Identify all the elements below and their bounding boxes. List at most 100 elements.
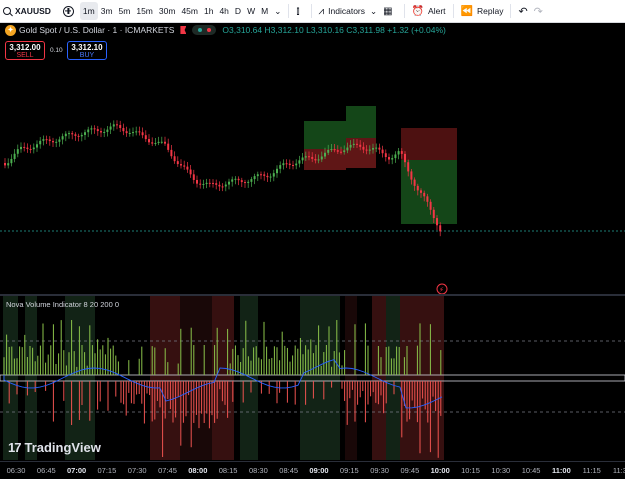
volume-band [25, 296, 37, 460]
zone-green [304, 121, 346, 149]
candle-body [157, 141, 160, 144]
candle-body [352, 143, 355, 145]
candle-body [122, 127, 125, 132]
tradingview-wordmark: TradingView [24, 440, 101, 455]
candle-body [90, 128, 93, 130]
candle-body [304, 156, 307, 158]
candle-body [237, 178, 240, 181]
candle-body [74, 134, 77, 136]
time-axis[interactable]: 06:30 06:45 07:00 07:15 07:30 07:45 08:00 08:15… [0, 461, 625, 479]
candle-body [68, 133, 70, 135]
candle-body [154, 143, 157, 145]
candle-body [311, 156, 314, 159]
candle-body [391, 158, 394, 160]
candle-body [112, 124, 115, 127]
zone-green [401, 160, 457, 224]
time-tick-label: 09:00 [309, 466, 329, 475]
candle-body [272, 173, 275, 177]
candle-body [55, 141, 58, 143]
candle-body [378, 147, 381, 150]
candle-body [381, 149, 384, 154]
candle-body [42, 139, 45, 141]
candle-body [45, 139, 48, 141]
candle-body [244, 182, 246, 184]
candle-body [314, 158, 317, 161]
candle-body [436, 218, 438, 226]
candle-body [416, 185, 419, 191]
candle-body [77, 135, 80, 137]
candle-body [295, 163, 298, 166]
candle-body [109, 126, 112, 130]
candle-body [148, 139, 150, 143]
candle-body [199, 183, 202, 185]
candle-body [397, 151, 400, 155]
volume-band [386, 296, 400, 460]
candle-body [208, 182, 211, 184]
candle-body [349, 144, 352, 148]
candle-body [4, 163, 6, 166]
volume-band [150, 296, 180, 460]
candle-body [228, 181, 230, 185]
candle-body [36, 144, 38, 148]
candle-body [375, 147, 378, 149]
time-tick-label: 08:45 [279, 466, 299, 475]
candle-body [324, 152, 326, 157]
tradingview-mark: 17 [8, 440, 22, 455]
chart-canvas[interactable]: ⚡ [0, 0, 625, 478]
candle-body [144, 135, 147, 140]
candle-body [292, 165, 294, 167]
candle-body [23, 146, 26, 148]
time-tick-label: 09:15 [339, 466, 359, 475]
candle-body [420, 190, 422, 193]
candle-body [336, 150, 339, 152]
volume-band [345, 296, 357, 460]
candle-body [298, 160, 301, 164]
candle-body [308, 156, 310, 158]
candle-body [20, 146, 22, 150]
time-tick-label: 06:30 [6, 466, 26, 475]
candle-body [423, 192, 426, 197]
candle-body [80, 134, 83, 137]
candle-body [61, 136, 64, 140]
candle-body [356, 143, 358, 145]
time-tick-label: 10:45 [521, 466, 541, 475]
volume-band [212, 296, 234, 460]
candle-body [192, 174, 195, 180]
candle-body [285, 163, 288, 165]
time-tick-label: 07:00 [67, 466, 87, 475]
candle-body [266, 175, 269, 178]
candle-body [231, 179, 234, 182]
time-tick-label: 07:45 [158, 466, 177, 475]
candle-body [26, 147, 29, 149]
candle-body [410, 171, 413, 180]
candle-body [320, 156, 323, 160]
time-tick-label: 09:30 [370, 466, 389, 475]
candle-body [279, 165, 282, 169]
candle-body [218, 184, 221, 187]
volume-band [3, 296, 18, 460]
time-tick-label: 07:30 [127, 466, 147, 475]
candle-body [365, 149, 368, 151]
time-tick-label: 10:15 [461, 466, 480, 475]
indicator-legend[interactable]: Nova Volume Indicator 8 20 200 0 [6, 300, 119, 309]
candle-body [103, 131, 106, 133]
candle-body [256, 174, 259, 177]
candle-body [426, 196, 429, 202]
volume-band [300, 296, 340, 460]
candle-body [16, 149, 19, 154]
candle-body [160, 141, 163, 143]
candle-body [170, 149, 173, 157]
pane-divider[interactable] [0, 294, 625, 296]
time-tick-label: 09:45 [400, 466, 420, 475]
volume-band [240, 296, 258, 460]
time-tick-label: 08:30 [249, 466, 268, 475]
time-tick-label: 11:30 [612, 466, 625, 475]
candle-body [96, 129, 99, 132]
time-tick-label: 07:15 [97, 466, 117, 475]
candle-body [138, 131, 141, 133]
candle-body [263, 174, 266, 176]
candle-body [116, 124, 118, 126]
zone-red [401, 128, 457, 160]
zone-green [346, 106, 376, 138]
candle-body [84, 132, 86, 135]
